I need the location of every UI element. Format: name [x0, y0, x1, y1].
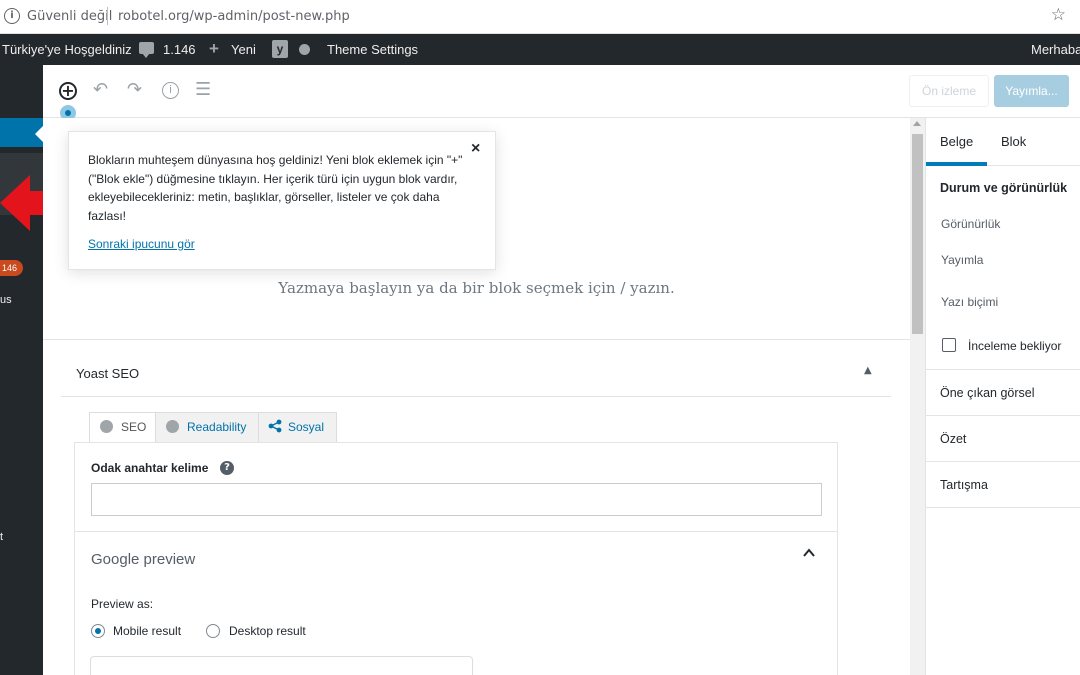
- tab-seo[interactable]: SEO: [89, 412, 156, 443]
- preview-button[interactable]: Ön izleme: [909, 75, 989, 107]
- google-preview-box: [90, 656, 473, 675]
- outline-list-icon[interactable]: ☰: [195, 80, 211, 100]
- star-icon[interactable]: ☆: [1051, 5, 1066, 25]
- help-icon[interactable]: ?: [220, 461, 234, 475]
- close-icon[interactable]: ×: [471, 140, 480, 158]
- sidebar-tabs: Belge Blok: [926, 118, 1080, 166]
- browser-url-bar: i Güvenli değil robotel.org/wp-admin/pos…: [0, 0, 1080, 34]
- block-placeholder[interactable]: Yazmaya başlayın ya da bir blok seçmek i…: [43, 279, 910, 297]
- share-icon: [268, 419, 282, 433]
- pending-review-checkbox[interactable]: [942, 338, 956, 352]
- redo-icon[interactable]: ↷: [127, 80, 142, 100]
- next-tip-link[interactable]: Sonraki ipucunu gör: [88, 237, 195, 251]
- sidebar-divider: [926, 461, 1080, 462]
- admin-side-menu: 146 us t: [0, 65, 43, 675]
- mobile-result-label[interactable]: Mobile result: [113, 624, 181, 638]
- content-divider: [43, 339, 910, 340]
- add-block-icon[interactable]: +: [59, 82, 77, 100]
- active-tab-indicator: [926, 162, 987, 166]
- url-separator: [107, 7, 108, 25]
- content-scrollbar[interactable]: [910, 118, 925, 675]
- comments-count[interactable]: 1.146: [163, 42, 196, 57]
- tip-text: Blokların muhteşem dünyasına hoş geldini…: [88, 153, 463, 223]
- pending-review-label[interactable]: İnceleme bekliyor: [968, 339, 1061, 353]
- editor-toolbar: + ↶ ↷ i ☰ Ön izleme Yayımla...: [43, 65, 1080, 121]
- readability-score-icon: [166, 420, 179, 433]
- comments-badge: 146: [0, 260, 24, 276]
- yoast-divider: [61, 396, 891, 397]
- scroll-thumb[interactable]: [912, 134, 923, 334]
- yoast-icon[interactable]: y: [272, 40, 288, 58]
- tab-seo-label: SEO: [121, 420, 147, 434]
- settings-sidebar: Belge Blok Durum ve görünürlük Görünürlü…: [925, 118, 1080, 675]
- panel-divider: [75, 531, 837, 532]
- visibility-row: Görünürlük: [941, 217, 1001, 231]
- yoast-seo-panel: Odak anahtar kelime ? Google preview Pre…: [74, 442, 838, 675]
- scroll-up-icon[interactable]: [913, 121, 921, 126]
- publish-button[interactable]: Yayımla...: [994, 75, 1069, 107]
- google-preview-title[interactable]: Google preview: [91, 551, 195, 568]
- greeting-link[interactable]: Merhaba: [1031, 42, 1080, 57]
- theme-settings-link[interactable]: Theme Settings: [327, 42, 418, 57]
- tab-document[interactable]: Belge: [940, 134, 973, 149]
- tab-block[interactable]: Blok: [1001, 134, 1026, 149]
- new-content-link[interactable]: Yeni: [231, 42, 256, 57]
- tab-social[interactable]: Sosyal: [258, 412, 337, 442]
- chevron-up-icon[interactable]: [803, 547, 815, 559]
- menu-item-partial-2[interactable]: t: [0, 531, 3, 543]
- info-outline-icon[interactable]: i: [162, 82, 179, 99]
- desktop-result-radio[interactable]: [206, 624, 220, 638]
- tab-readability-label: Readability: [187, 420, 247, 434]
- excerpt-panel[interactable]: Özet: [940, 432, 966, 446]
- status-visibility-heading[interactable]: Durum ve görünürlük: [940, 181, 1067, 195]
- active-menu-pointer: [35, 126, 43, 142]
- publish-row: Yayımla: [941, 253, 984, 267]
- sidebar-divider: [926, 415, 1080, 416]
- yoast-panel-title[interactable]: Yoast SEO: [76, 366, 139, 381]
- focus-keyword-label: Odak anahtar kelime: [91, 461, 209, 475]
- site-name-link[interactable]: Türkiye'ye Hoşgeldiniz: [2, 42, 132, 57]
- tab-readability[interactable]: Readability: [155, 412, 259, 442]
- admin-bar: Türkiye'ye Hoşgeldiniz 1.146 + Yeni y Th…: [0, 34, 1080, 65]
- sidebar-divider: [926, 369, 1080, 370]
- featured-image-panel[interactable]: Öne çıkan görsel: [940, 386, 1035, 400]
- preview-as-label: Preview as:: [91, 597, 154, 611]
- undo-icon[interactable]: ↶: [93, 80, 108, 100]
- focus-keyword-input[interactable]: [91, 483, 822, 516]
- menu-item-partial[interactable]: us: [0, 294, 12, 306]
- status-dot-icon: [299, 44, 310, 55]
- post-format-row: Yazı biçimi: [941, 295, 999, 309]
- sidebar-divider: [926, 507, 1080, 508]
- discussion-panel[interactable]: Tartışma: [940, 478, 988, 492]
- welcome-tip-popover: Blokların muhteşem dünyasına hoş geldini…: [68, 131, 496, 270]
- caret-up-icon[interactable]: ▲: [864, 365, 872, 376]
- tab-social-label: Sosyal: [288, 420, 325, 434]
- info-icon[interactable]: i: [4, 8, 20, 24]
- url-text[interactable]: robotel.org/wp-admin/post-new.php: [118, 9, 350, 24]
- plus-icon[interactable]: +: [209, 39, 219, 59]
- comment-bubble-icon[interactable]: [139, 42, 154, 58]
- seo-score-icon: [100, 420, 113, 433]
- editor-content: Yazmaya başlayın ya da bir blok seçmek i…: [43, 118, 910, 675]
- security-status[interactable]: Güvenli değil: [27, 9, 112, 24]
- desktop-result-label[interactable]: Desktop result: [229, 624, 306, 638]
- mobile-result-radio[interactable]: [91, 624, 105, 638]
